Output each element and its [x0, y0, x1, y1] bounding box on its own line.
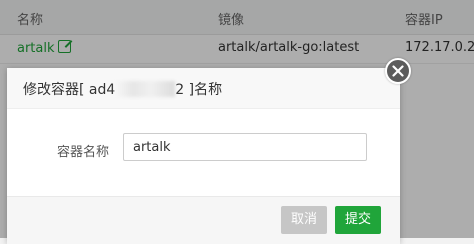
container-name-label: 容器名称 — [57, 145, 110, 160]
submit-button[interactable]: 提交 — [335, 206, 381, 234]
cancel-button[interactable]: 取消 — [281, 206, 327, 234]
container-name-input[interactable] — [123, 133, 367, 161]
dialog-body: 容器名称 — [7, 109, 400, 195]
dialog-title-suffix: 2 ]名称 — [175, 82, 223, 98]
rename-container-dialog: 修改容器[ ad4 2 ]名称 容器名称 取消 提交 — [7, 68, 400, 244]
dialog-title: 修改容器[ ad4 2 ]名称 — [23, 79, 222, 99]
dialog-title-prefix: 修改容器[ ad4 — [23, 82, 116, 98]
close-icon — [392, 65, 404, 77]
close-dialog-button[interactable] — [385, 58, 411, 84]
redacted-id-mask — [115, 81, 176, 97]
dialog-footer: 取消 提交 — [7, 196, 400, 244]
dialog-header: 修改容器[ ad4 2 ]名称 — [7, 68, 400, 109]
